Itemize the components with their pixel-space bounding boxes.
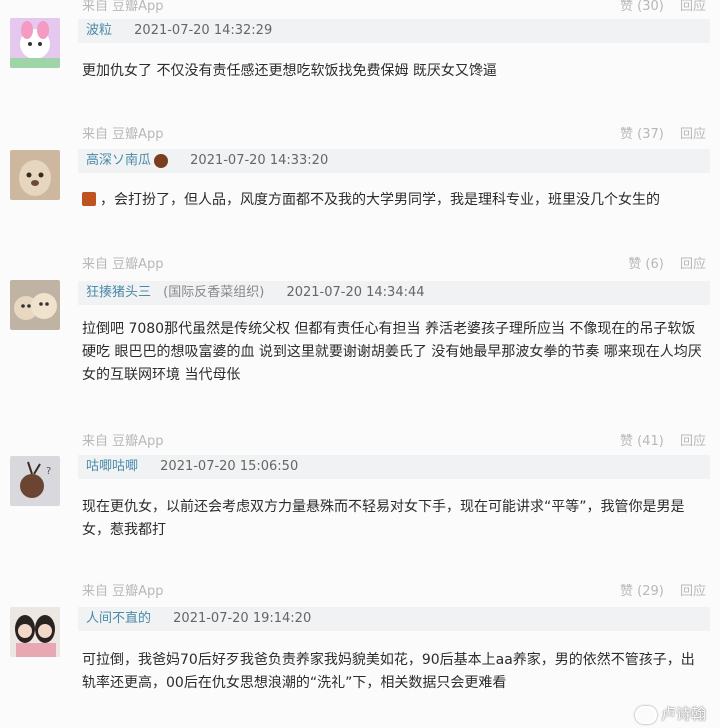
username[interactable]: 波粒 — [86, 23, 112, 38]
emoji-icon — [82, 192, 96, 206]
avatar[interactable] — [10, 607, 60, 657]
weibo-watermark: 卢诗翰 — [634, 703, 706, 724]
avatar-image — [10, 280, 60, 330]
comment-meta-row: 来自 豆瓣App 赞 (37) 回应 — [78, 120, 718, 142]
pumpkin-badge-icon — [154, 153, 169, 168]
source-label: 来自 豆瓣App — [82, 584, 164, 599]
comment-body: ，会打扮了，但人品，风度方面都不及我的大学男同学，我是理科专业，班里没几个女生的 — [82, 189, 707, 212]
like-button[interactable]: 赞 (6) — [628, 257, 664, 272]
source-label: 来自 豆瓣App — [82, 434, 164, 449]
avatar[interactable] — [10, 18, 60, 68]
svg-text:?: ? — [46, 466, 51, 477]
reply-button[interactable]: 回应 — [680, 127, 706, 142]
comment-header: 高深ソ南瓜 2021-07-20 14:33:20 — [78, 149, 710, 173]
source-label: 来自 豆瓣App — [82, 0, 164, 14]
source-label: 来自 豆瓣App — [82, 257, 164, 272]
comment-meta-row: 来自 豆瓣App 赞 (30) 回应 — [78, 0, 718, 14]
avatar[interactable]: ? — [10, 456, 60, 506]
comment-text: 可拉倒，我爸妈70后好歹我爸负责养家我妈貌美如花，90后基本上aa养家，男的依然… — [82, 652, 695, 691]
reply-button[interactable]: 回应 — [680, 0, 706, 14]
comment-meta-row: 来自 豆瓣App 赞 (29) 回应 — [78, 577, 718, 599]
avatar-image — [10, 607, 60, 657]
weibo-logo-icon — [634, 705, 657, 724]
comment-text: 更加仇女了 不仅没有责任感还更想吃软饭找免费保姆 既厌女又馋逼 — [82, 63, 497, 79]
avatar[interactable] — [10, 280, 60, 330]
reply-button[interactable]: 回应 — [680, 434, 706, 449]
timestamp: 2021-07-20 14:33:20 — [190, 153, 329, 168]
username[interactable]: 人间不直的 — [86, 611, 151, 626]
avatar[interactable] — [10, 150, 60, 200]
timestamp: 2021-07-20 19:14:20 — [173, 611, 312, 626]
like-button[interactable]: 赞 (37) — [620, 127, 664, 142]
like-button[interactable]: 赞 (30) — [620, 0, 664, 14]
reply-button[interactable]: 回应 — [680, 584, 706, 599]
comment-header: 狂揍猪头三 (国际反香菜组织) 2021-07-20 14:34:44 — [78, 281, 710, 305]
comment-text: 现在更仇女，以前还会考虑双方力量悬殊而不轻易对女下手，现在可能讲求“平等”，我管… — [82, 499, 685, 538]
watermark-text: 卢诗翰 — [660, 705, 706, 723]
avatar-image — [10, 150, 60, 200]
comment-meta-row: 来自 豆瓣App 赞 (6) 回应 — [78, 250, 718, 272]
like-button[interactable]: 赞 (41) — [620, 434, 664, 449]
source-label: 来自 豆瓣App — [82, 127, 164, 142]
comment-meta-row: 来自 豆瓣App 赞 (41) 回应 — [78, 427, 718, 449]
timestamp: 2021-07-20 14:34:44 — [286, 285, 425, 300]
comment-header: 波粒 2021-07-20 14:32:29 — [78, 19, 710, 43]
comment-header: 咕唧咕唧 2021-07-20 15:06:50 — [78, 455, 710, 479]
timestamp: 2021-07-20 14:32:29 — [134, 23, 273, 38]
timestamp: 2021-07-20 15:06:50 — [160, 459, 299, 474]
like-button[interactable]: 赞 (29) — [620, 584, 664, 599]
comment-text: ，会打扮了，但人品，风度方面都不及我的大学男同学，我是理科专业，班里没几个女生的 — [100, 192, 660, 208]
comment-header: 人间不直的 2021-07-20 19:14:20 — [78, 607, 710, 631]
reply-button[interactable]: 回应 — [680, 257, 706, 272]
user-group-tag[interactable]: (国际反香菜组织) — [163, 285, 264, 300]
username[interactable]: 狂揍猪头三 — [86, 285, 151, 300]
avatar-image — [10, 18, 60, 68]
comment-text: 拉倒吧 7080那代虽然是传统父权 但都有责任心有担当 养活老婆孩子理所应当 不… — [82, 321, 702, 383]
username[interactable]: 咕唧咕唧 — [86, 459, 138, 474]
avatar-image: ? — [10, 456, 60, 506]
username[interactable]: 高深ソ南瓜 — [86, 153, 151, 168]
